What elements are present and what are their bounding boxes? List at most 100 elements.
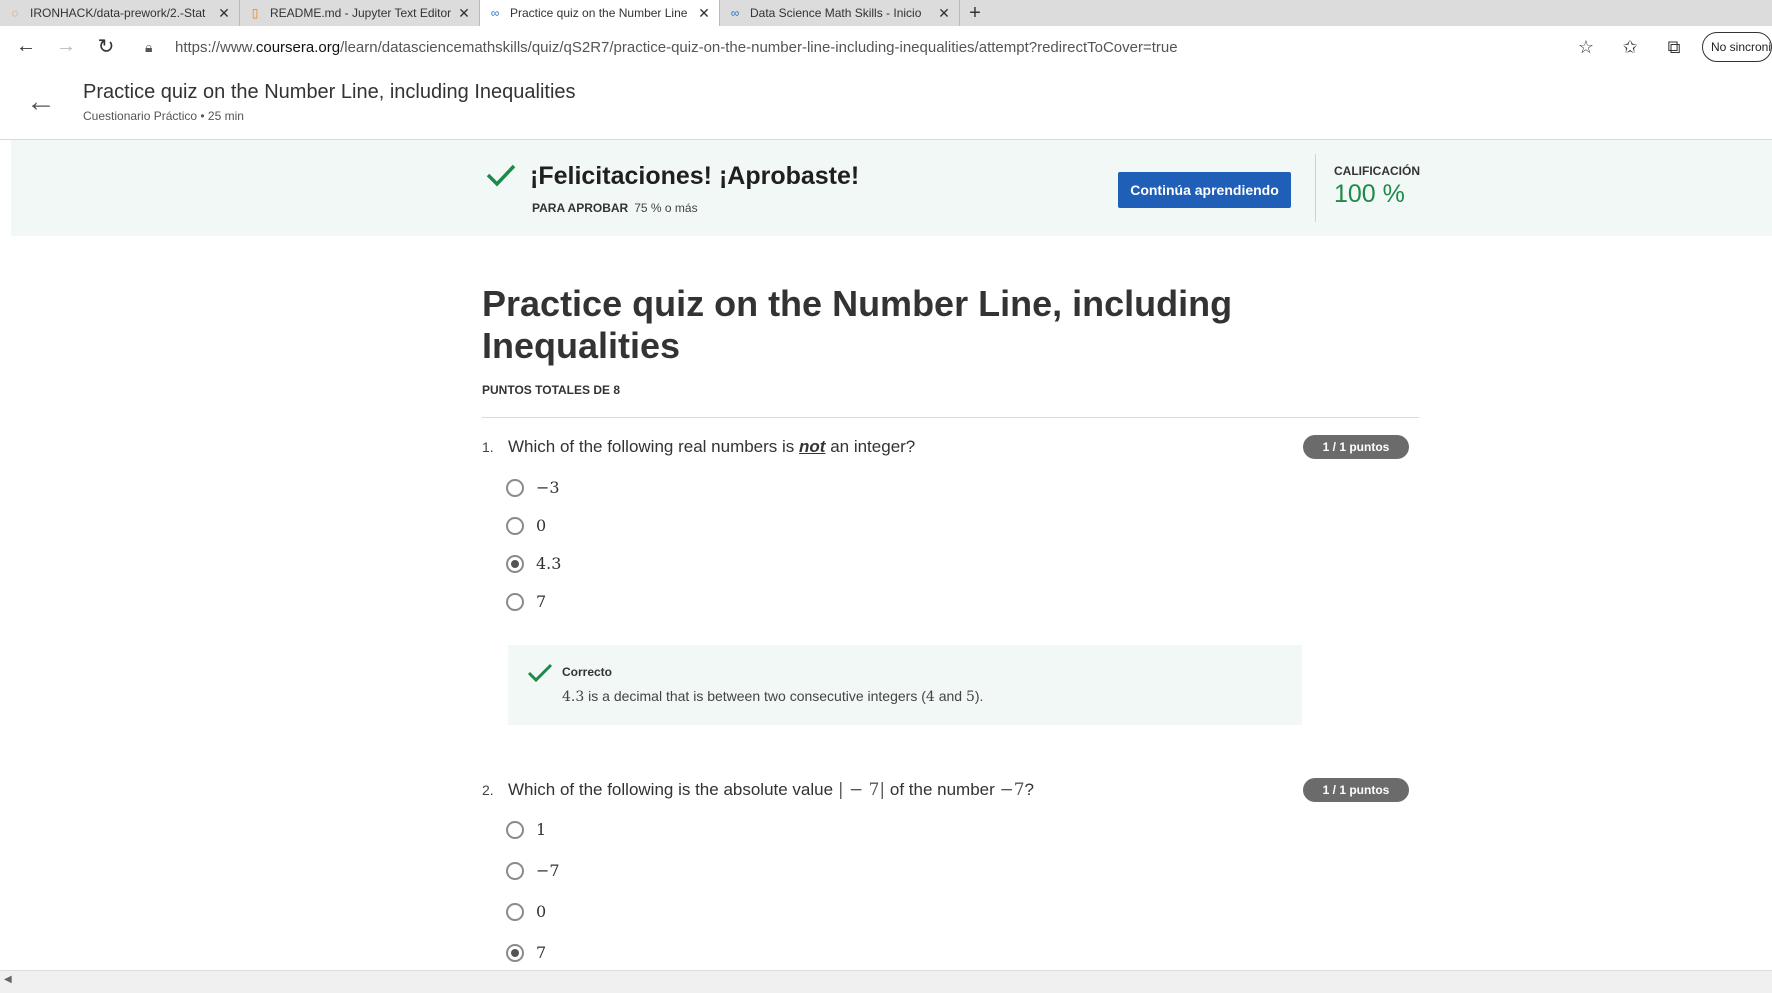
radio-button[interactable] [506,516,524,535]
question-number: 1. [482,439,494,455]
pass-threshold: PARA APROBAR 75 % o más [532,201,698,215]
option[interactable]: −7 [506,861,560,880]
continue-learning-button[interactable]: Continúa aprendiendo [1118,172,1291,208]
checkmark-icon [486,164,516,187]
question-text-part: an integer? [825,437,916,456]
feedback-math: 4 [925,689,935,705]
tab-readme[interactable]: ▯ README.md - Jupyter Text Editor ✕ [240,0,480,26]
banner-title: ¡Felicitaciones! ¡Aprobaste! [530,162,860,190]
feedback-label: Correcto [562,665,613,679]
radio-button[interactable] [506,861,524,880]
url-prefix: https://www. [175,38,256,56]
tab-data-science[interactable]: ∞ Data Science Math Skills - Inicio ✕ [720,0,960,26]
url-path: /learn/datasciencemathskills/quiz/qS2R7/… [340,38,1178,56]
browser-actions: ☆ ✩ ⧉ No sincronizado [1564,30,1772,64]
back-icon[interactable]: ← [6,29,46,65]
option-label: −3 [536,478,560,497]
checkmark-icon [527,663,553,683]
option-label: 4.3 [536,554,562,573]
page-header: ← Practice quiz on the Number Line, incl… [0,67,1772,140]
tab-practice-quiz[interactable]: ∞ Practice quiz on the Number Line ✕ [480,0,720,26]
close-icon[interactable]: ✕ [697,5,711,22]
quiz-title: Practice quiz on the Number Line, includ… [482,283,1233,366]
option-label: −7 [536,861,560,880]
browser-chrome: ◌ IRONHACK/data-prework/2.-Stat ✕ ▯ READ… [0,0,1772,68]
grade-label: CALIFICACIÓN [1334,164,1420,178]
quiz-header: Practice quiz on the Number Line, includ… [482,283,1419,418]
arrow-left-icon[interactable]: ← [26,87,56,117]
option[interactable]: 7 [506,592,546,611]
question-math: | − 7| [837,780,886,800]
radio-button[interactable] [506,592,524,611]
close-icon[interactable]: ✕ [937,5,951,22]
tab-title: Practice quiz on the Number Line [510,6,688,20]
new-tab-button[interactable]: + [960,0,990,26]
star-icon[interactable]: ☆ [1564,37,1608,58]
option[interactable]: 0 [506,902,546,921]
radio-button-selected[interactable] [506,554,524,573]
scroll-left-icon[interactable]: ◀ [4,974,12,985]
question-text-part: Which of the following is the absolute v… [508,780,838,799]
tab-bar: ◌ IRONHACK/data-prework/2.-Stat ✕ ▯ READ… [0,0,1772,26]
file-icon: ▯ [251,6,259,20]
horizontal-scrollbar[interactable]: ◀ [0,970,1772,993]
feedback-part: ). [974,688,984,704]
question-text-part: of the number [885,780,1000,799]
feedback-box: Correcto 4.3 is a decimal that is betwee… [508,645,1302,725]
option[interactable]: 1 [506,820,546,839]
divider [482,417,1419,418]
total-points: PUNTOS TOTALES DE 8 [482,383,621,397]
option-selected[interactable]: 4.3 [506,554,561,573]
forward-icon[interactable]: → [46,29,86,65]
tab-ironhack[interactable]: ◌ IRONHACK/data-prework/2.-Stat ✕ [0,0,240,26]
refresh-icon[interactable]: ↻ [86,29,126,65]
pass-value: 75 % o más [634,201,698,215]
url-field[interactable]: 🔒︎ https://www. coursera.org/learn/datasc… [145,33,1615,61]
tab-title: IRONHACK/data-prework/2.-Stat [30,6,206,20]
option[interactable]: −3 [506,478,560,497]
radio-button[interactable] [506,902,524,921]
question-text: Which of the following real numbers is n… [508,437,915,457]
radio-button[interactable] [506,478,524,497]
option-label: 0 [536,902,547,921]
option-label: 7 [536,592,547,611]
address-bar: ← → ↻ 🔒︎ https://www. coursera.org/learn/… [0,26,1772,68]
score-badge: 1 / 1 puntos [1303,435,1409,459]
question-number: 2. [482,782,494,798]
collections-icon[interactable]: ⧉ [1652,37,1696,58]
divider [1315,154,1316,222]
profile-button[interactable]: No sincronizado [1702,32,1772,62]
coursera-icon: ∞ [490,6,500,20]
tab-title: README.md - Jupyter Text Editor [270,6,452,20]
radio-button-selected[interactable] [506,943,524,962]
close-icon[interactable]: ✕ [217,5,231,22]
question-emphasis: not [799,437,826,456]
page-subtitle: Cuestionario Práctico • 25 min [83,109,244,123]
coursera-icon: ∞ [730,6,740,20]
url-domain: coursera.org [255,38,341,56]
option-label: 7 [536,943,547,962]
favorites-icon[interactable]: ✩ [1608,37,1652,58]
question-text: Which of the following is the absolute v… [508,780,1034,800]
radio-button[interactable] [506,820,524,839]
question-text-part: ? [1024,780,1035,799]
option-label: 0 [536,516,547,535]
feedback-math: 4.3 [562,689,585,705]
question-math: −7 [999,780,1025,800]
feedback-text: 4.3 is a decimal that is between two con… [562,688,983,705]
pass-label: PARA APROBAR [532,201,629,215]
feedback-math: 5 [965,689,975,705]
feedback-part: and [934,688,966,704]
feedback-part: is a decimal that is between two consecu… [584,688,926,704]
page-title: Practice quiz on the Number Line, includ… [83,81,576,103]
grade-value: 100 % [1334,180,1405,208]
question-text-part: Which of the following real numbers is [508,437,800,456]
option-label: 1 [536,820,547,839]
pass-banner: ¡Felicitaciones! ¡Aprobaste! PARA APROBA… [11,140,1772,236]
lock-icon: 🔒︎ [145,38,153,55]
option[interactable]: 0 [506,516,546,535]
option-selected[interactable]: 7 [506,943,546,962]
circle-icon: ◌ [11,6,19,20]
close-icon[interactable]: ✕ [457,5,471,22]
score-badge: 1 / 1 puntos [1303,778,1409,802]
